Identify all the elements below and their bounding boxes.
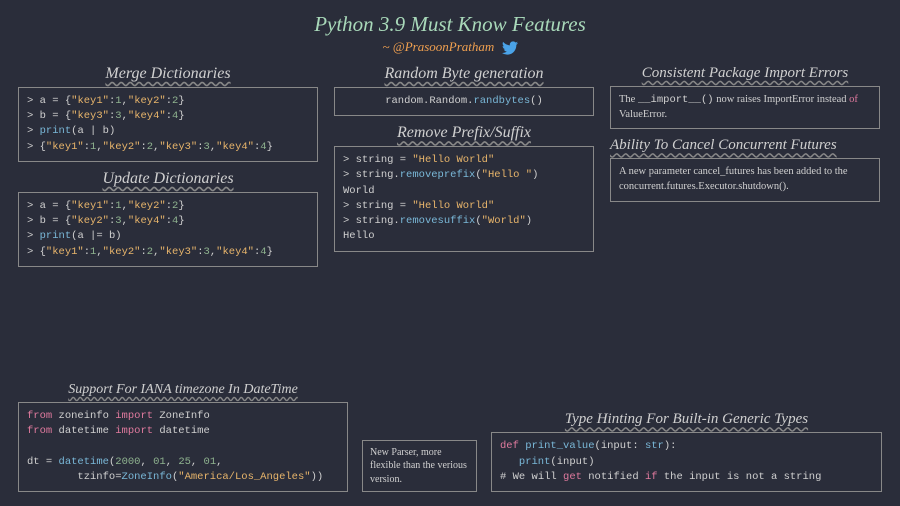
random-code: random.Random.randbytes() (334, 87, 594, 116)
import-section: Consistent Package Import Errors The __i… (610, 65, 880, 129)
page-title: Python 3.9 Must Know Features (18, 12, 882, 37)
merge-title: Merge Dictionaries (18, 65, 318, 83)
type-section: Type Hinting For Built-in Generic Types … (491, 411, 882, 492)
cancel-text: A new parameter cancel_futures has been … (610, 158, 880, 201)
random-title: Random Byte generation (334, 65, 594, 83)
author-text: ~ @PrasoonPratham (382, 39, 494, 54)
remove-title: Remove Prefix/Suffix (334, 124, 594, 142)
author-line: ~ @PrasoonPratham (18, 39, 882, 55)
parser-text: New Parser, more flexible than the verio… (362, 440, 477, 493)
iana-title: Support For IANA timezone In DateTime (18, 382, 348, 398)
merge-code: > a = {"key1":1,"key2":2} > b = {"key3":… (18, 87, 318, 162)
update-section: Update Dictionaries > a = {"key1":1,"key… (18, 170, 318, 267)
cancel-title: Ability To Cancel Concurrent Futures (610, 137, 880, 154)
import-title: Consistent Package Import Errors (610, 65, 880, 82)
type-title: Type Hinting For Built-in Generic Types (491, 411, 882, 428)
parser-section: New Parser, more flexible than the verio… (362, 440, 477, 493)
remove-code: > string = "Hello World" > string.remove… (334, 146, 594, 251)
iana-code: from zoneinfo import ZoneInfo from datet… (18, 402, 348, 492)
twitter-icon (502, 41, 518, 55)
import-text: The __import__() now raises ImportError … (610, 86, 880, 129)
update-title: Update Dictionaries (18, 170, 318, 188)
iana-section: Support For IANA timezone In DateTime fr… (18, 382, 348, 492)
random-section: Random Byte generation random.Random.ran… (334, 65, 594, 116)
cancel-section: Ability To Cancel Concurrent Futures A n… (610, 137, 880, 201)
type-code: def print_value(input: str): print(input… (491, 432, 882, 492)
merge-section: Merge Dictionaries > a = {"key1":1,"key2… (18, 65, 318, 162)
update-code: > a = {"key1":1,"key2":2} > b = {"key2":… (18, 192, 318, 267)
remove-section: Remove Prefix/Suffix > string = "Hello W… (334, 124, 594, 251)
